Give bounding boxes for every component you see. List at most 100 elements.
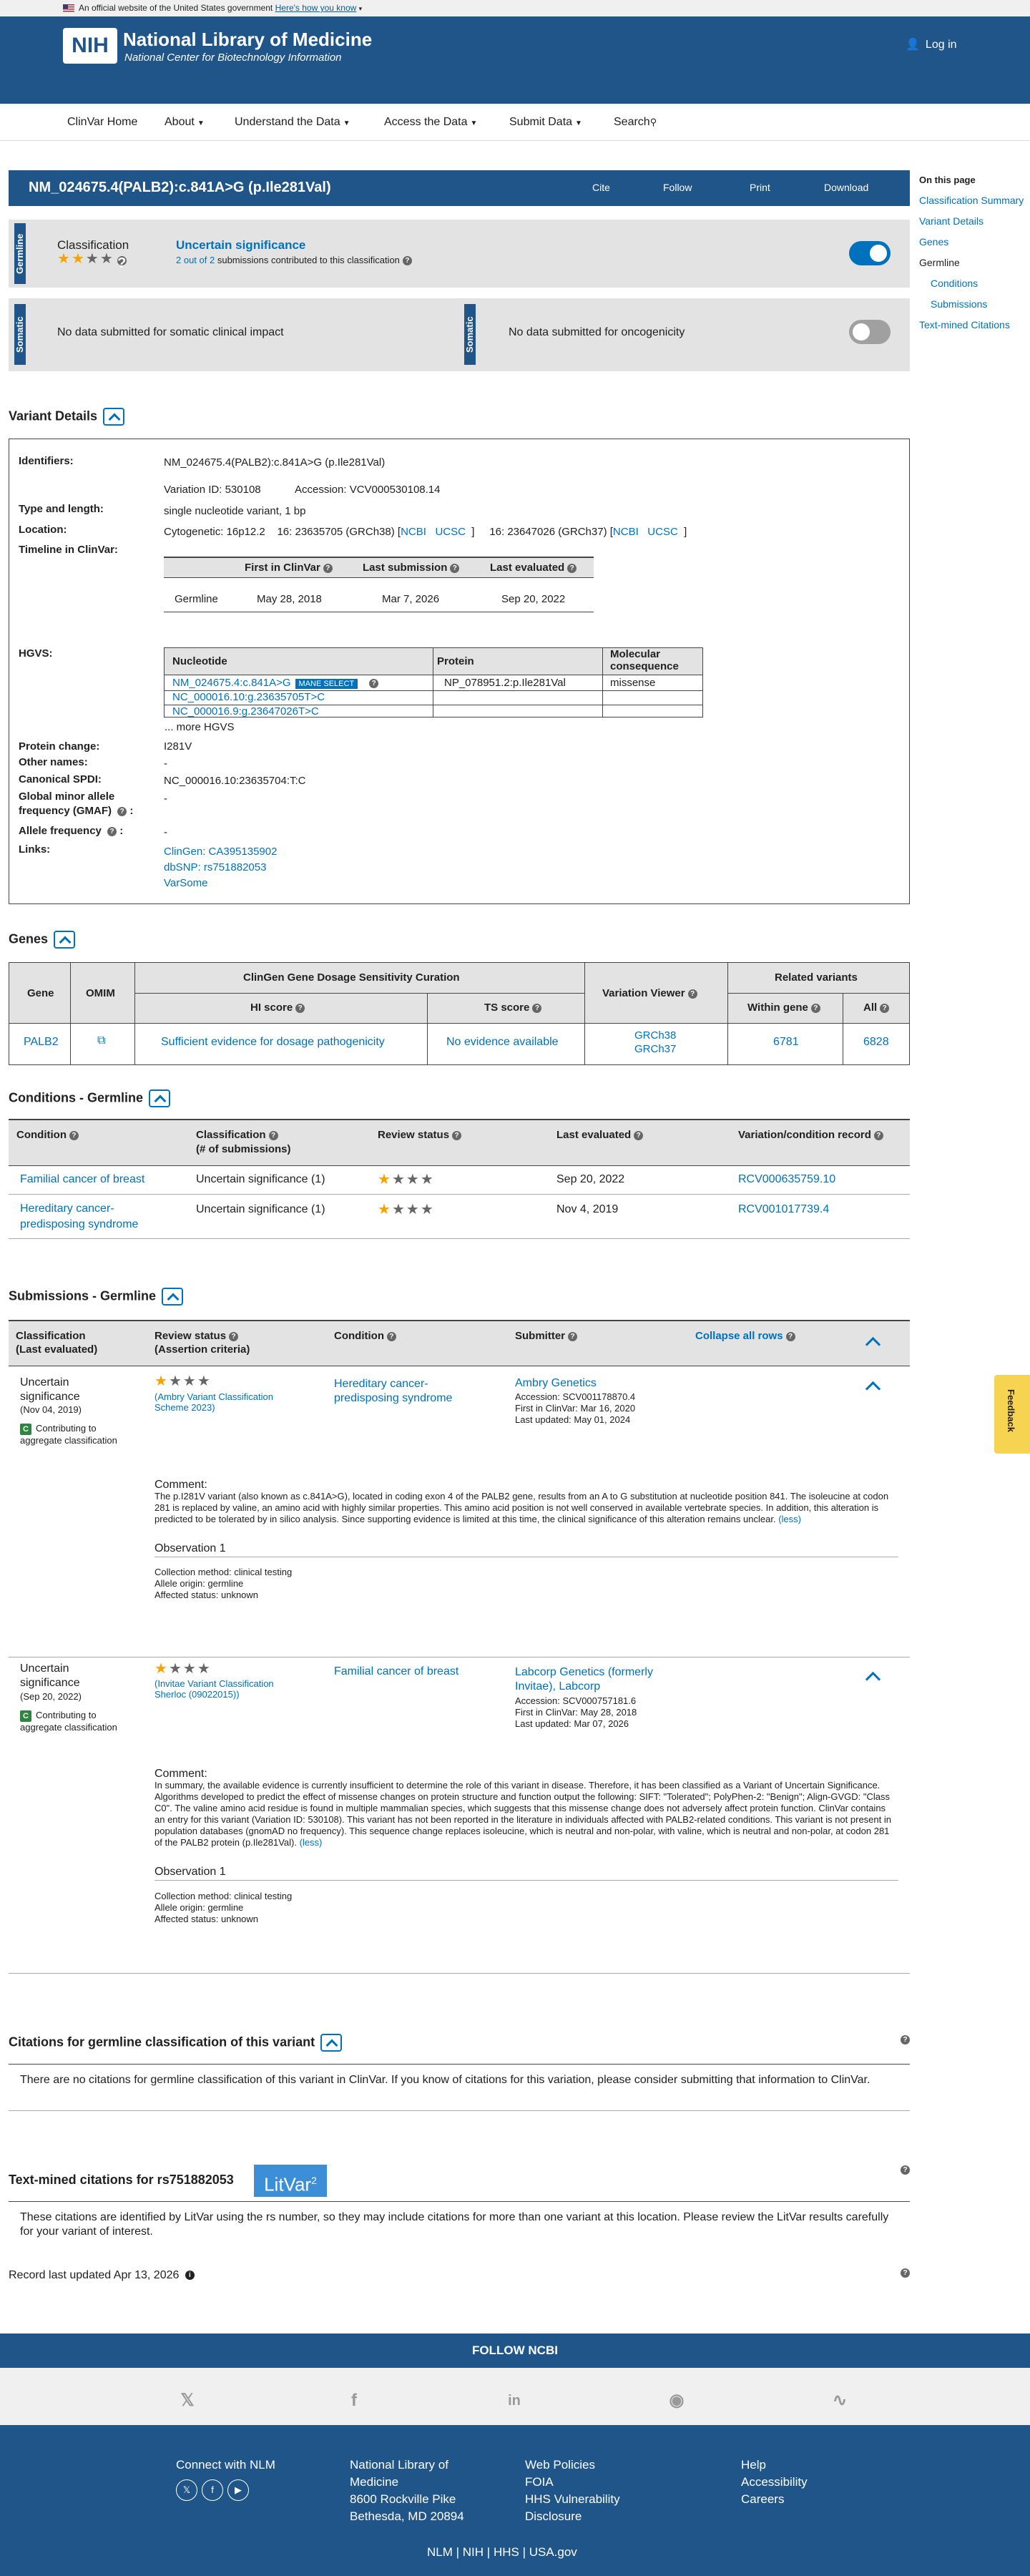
collapse-button[interactable] <box>103 408 125 426</box>
nih-logo[interactable]: NIH <box>63 28 117 64</box>
collapse-button[interactable] <box>162 1288 184 1306</box>
login-button[interactable]: 👤 Log in <box>906 37 957 52</box>
help-icon[interactable]: ? <box>532 1003 542 1013</box>
gene-link[interactable]: PALB2 <box>24 1036 59 1049</box>
help-icon[interactable]: ? <box>268 1130 278 1140</box>
chevron-up-icon[interactable] <box>865 1670 880 1684</box>
ncbi-link-38[interactable]: NCBI <box>401 526 426 538</box>
grch37-link[interactable]: GRCh37 <box>634 1043 676 1055</box>
help-icon[interactable]: ? <box>117 806 127 816</box>
condition-link[interactable]: Familial cancer of breast <box>20 1173 144 1186</box>
hgvs-nucleotide-link[interactable]: NC_000016.10:g.23635705T>C <box>172 691 325 703</box>
assertion-criteria-link[interactable]: (Invitae Variant Classification Sherloc … <box>154 1678 290 1700</box>
github-icon[interactable]: ◉ <box>667 2391 687 2411</box>
help-icon[interactable]: ? <box>229 1331 239 1341</box>
nih-link[interactable]: NIH <box>463 2545 484 2559</box>
nav-clinvar-home[interactable]: ClinVar Home <box>67 116 137 129</box>
nlm-link[interactable]: NLM <box>427 2545 453 2559</box>
help-icon[interactable]: ? <box>450 563 460 573</box>
rss-icon[interactable]: ∿ <box>830 2391 850 2411</box>
otp-text-mined[interactable]: Text-mined Citations <box>919 315 1026 336</box>
otp-submissions[interactable]: Submissions <box>919 294 1026 315</box>
help-icon[interactable]: ? <box>323 563 333 573</box>
address-line[interactable]: National Library of <box>350 2457 464 2474</box>
less-link[interactable]: (less) <box>300 1837 323 1848</box>
nav-search[interactable]: Search⚲ <box>614 116 657 129</box>
submissions-count-link[interactable]: 2 out of 2 <box>176 255 215 265</box>
ncbi-link-37[interactable]: NCBI <box>613 526 639 538</box>
hgvs-nucleotide-link[interactable]: NM_024675.4:c.841A>G <box>172 677 291 689</box>
help-link[interactable]: Help <box>741 2457 808 2474</box>
hgvs-nucleotide-link[interactable]: NC_000016.9:g.23647026T>C <box>172 705 319 718</box>
nlm-title[interactable]: National Library of Medicine <box>123 29 372 51</box>
help-icon[interactable]: ? <box>785 1331 795 1341</box>
help-icon[interactable]: ? <box>69 1130 79 1140</box>
grch38-link[interactable]: GRCh38 <box>634 1029 676 1042</box>
help-icon[interactable]: ? <box>452 1130 462 1140</box>
help-icon[interactable]: ? <box>295 1003 305 1013</box>
help-icon[interactable]: ? <box>386 1331 396 1341</box>
hi-score-link[interactable]: Sufficient evidence for dosage pathogeni… <box>161 1036 385 1049</box>
cite-button[interactable]: Cite <box>592 182 610 193</box>
nav-access[interactable]: Access the Data ▼ <box>384 116 477 129</box>
help-icon[interactable]: ? <box>634 1130 644 1140</box>
collapse-button[interactable] <box>54 931 76 949</box>
rcv-link[interactable]: RCV000635759.10 <box>738 1173 835 1186</box>
condition-link[interactable]: Hereditary cancer-predisposing syndrome <box>20 1201 163 1233</box>
help-icon[interactable]: ? <box>107 826 117 836</box>
less-link[interactable]: (less) <box>778 1514 801 1524</box>
help-icon[interactable]: ? <box>687 989 697 999</box>
help-icon[interactable]: ? <box>567 563 577 573</box>
clingen-link[interactable]: ClinGen: CA395135902 <box>164 846 277 858</box>
hhs-vuln-link[interactable]: HHS Vulnerability <box>525 2491 620 2508</box>
follow-button[interactable]: Follow <box>663 182 692 193</box>
x-twitter-icon[interactable]: 𝕏 <box>176 2479 197 2501</box>
foia-link[interactable]: FOIA <box>525 2474 620 2491</box>
help-icon[interactable]: ? <box>880 1003 890 1013</box>
address-line[interactable]: Medicine <box>350 2474 464 2491</box>
usagov-link[interactable]: USA.gov <box>529 2545 577 2559</box>
rcv-link[interactable]: RCV001017739.4 <box>738 1203 829 1216</box>
otp-conditions[interactable]: Conditions <box>919 273 1026 294</box>
print-button[interactable]: Print <box>750 182 770 193</box>
external-link-icon[interactable]: ⧉ <box>97 1034 105 1047</box>
germline-toggle[interactable] <box>849 241 891 265</box>
careers-link[interactable]: Careers <box>741 2491 808 2508</box>
hhs-link[interactable]: HHS <box>494 2545 519 2559</box>
youtube-icon[interactable]: ▶ <box>227 2479 249 2501</box>
ucsc-link-37[interactable]: UCSC <box>647 526 678 538</box>
help-icon[interactable]: ? <box>402 256 412 266</box>
web-policies-link[interactable]: Web Policies <box>525 2457 620 2474</box>
ucsc-link-38[interactable]: UCSC <box>435 526 466 538</box>
help-icon[interactable]: ? <box>369 678 379 688</box>
chevron-up-icon[interactable] <box>865 1335 880 1349</box>
help-icon[interactable]: ? <box>901 2165 910 2175</box>
chevron-down-icon[interactable]: ▾ <box>359 5 363 12</box>
help-icon[interactable]: ? <box>810 1003 820 1013</box>
sub-condition-link[interactable]: Hereditary cancer-predisposing syndrome <box>334 1377 477 1406</box>
varsome-link[interactable]: VarSome <box>164 877 207 889</box>
submitter-link[interactable]: Ambry Genetics <box>515 1377 597 1390</box>
disclosure-link[interactable]: Disclosure <box>525 2508 620 2525</box>
nav-submit[interactable]: Submit Data ▼ <box>509 116 582 129</box>
nav-about[interactable]: About ▼ <box>165 116 205 129</box>
feedback-button[interactable]: Feedback <box>994 1375 1030 1454</box>
help-icon[interactable]: ? <box>117 255 127 270</box>
ts-score-link[interactable]: No evidence available <box>446 1036 559 1049</box>
x-twitter-icon[interactable]: 𝕏 <box>177 2391 197 2411</box>
submitter-link[interactable]: Labcorp Genetics (formerly Invitae), Lab… <box>515 1665 672 1694</box>
help-icon[interactable]: ? <box>901 2268 910 2278</box>
collapse-button[interactable] <box>320 2034 343 2052</box>
nav-understand[interactable]: Understand the Data ▼ <box>235 116 350 129</box>
assertion-criteria-link[interactable]: (Ambry Variant Classification Scheme 202… <box>154 1391 290 1413</box>
litvar-logo[interactable]: LitVar2 <box>254 2165 327 2197</box>
chevron-up-icon[interactable] <box>865 1379 880 1394</box>
sub-condition-link[interactable]: Familial cancer of breast <box>334 1665 458 1678</box>
classification-value[interactable]: Uncertain significance <box>176 238 305 253</box>
collapse-button[interactable] <box>149 1089 171 1107</box>
download-button[interactable]: Download <box>824 182 868 193</box>
otp-genes[interactable]: Genes <box>919 232 1026 253</box>
dbsnp-link[interactable]: dbSNP: rs751882053 <box>164 861 266 873</box>
facebook-icon[interactable]: f <box>344 2391 364 2411</box>
more-hgvs-link[interactable]: ... more HGVS <box>165 721 235 733</box>
